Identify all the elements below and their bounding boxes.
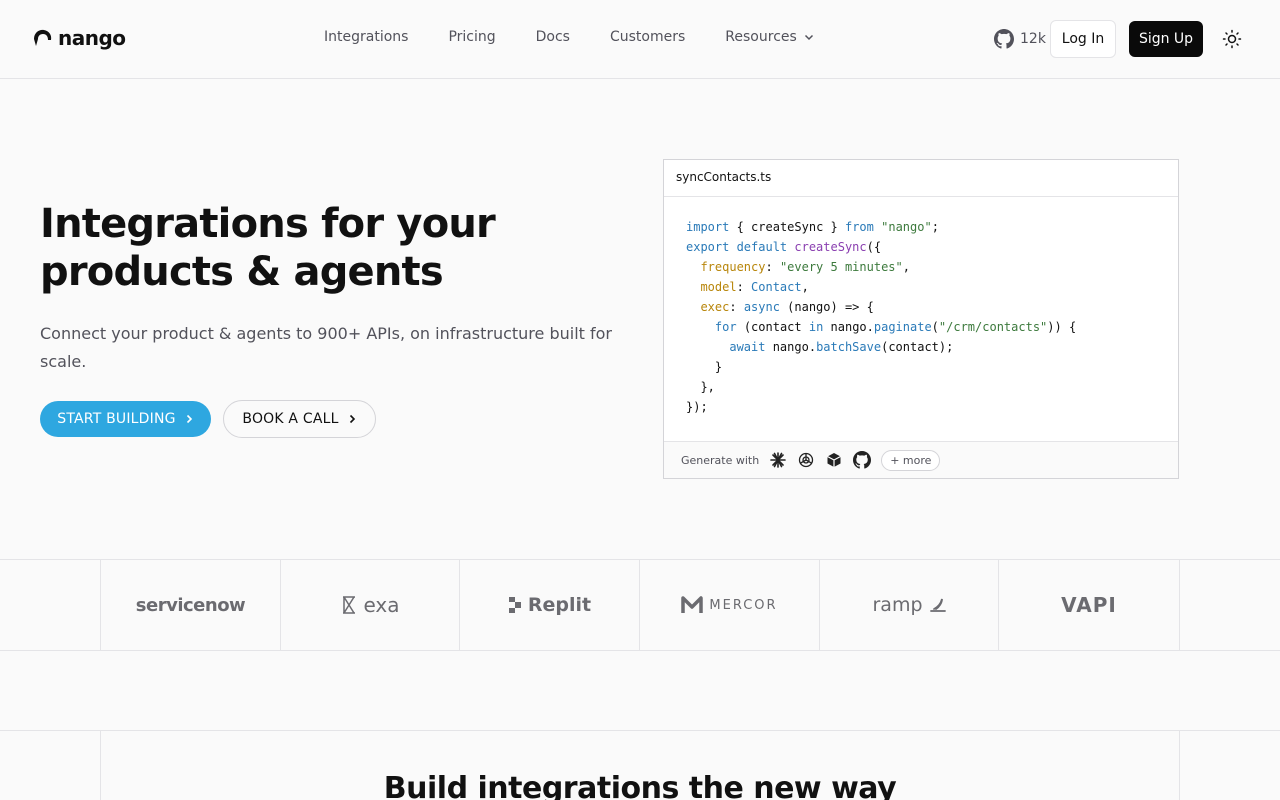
- build-section: Build integrations the new way: [0, 730, 1280, 800]
- code-token: batchSave: [816, 340, 882, 354]
- logo-vapi: VAPI: [998, 560, 1179, 650]
- logo-exa: exa: [280, 560, 460, 650]
- nango-logo[interactable]: nango: [31, 26, 126, 50]
- code-token: }: [714, 360, 723, 374]
- chevron-right-icon: [186, 414, 192, 424]
- brand-name: nango: [58, 26, 126, 50]
- nango-logo-icon: [34, 29, 52, 46]
- code-token: async: [743, 300, 780, 314]
- hero-title: Integrations for your products & agents: [40, 200, 600, 296]
- code-token: "every 5 minutes": [779, 260, 903, 274]
- code-token: in: [808, 320, 824, 334]
- code-token: nango.: [823, 320, 874, 334]
- ramp-icon: [929, 598, 946, 612]
- logo-mercor: MERCOR: [639, 560, 819, 650]
- code-token: ;: [931, 220, 939, 234]
- code-token: Contact: [751, 280, 802, 294]
- logo-exa-text: exa: [363, 593, 400, 617]
- exa-icon: [343, 596, 356, 614]
- logo-servicenow: servicenow: [100, 560, 280, 650]
- code-filename: syncContacts.ts: [664, 160, 1178, 197]
- start-building-label: START BUILDING: [57, 411, 176, 427]
- logo-replit: Replit: [459, 560, 639, 650]
- openai-icon[interactable]: [797, 451, 815, 469]
- github-icon[interactable]: [853, 451, 872, 469]
- github-stars-count: 12k: [1020, 31, 1046, 47]
- code-token: createSync: [751, 220, 824, 234]
- logo-vapi-text: VAPI: [1061, 593, 1117, 617]
- code-token: (contact);: [881, 340, 954, 354]
- code-block: import { createSync } from "nango"; expo…: [686, 220, 1077, 414]
- chevron-down-icon: [804, 34, 813, 41]
- login-button[interactable]: Log In: [1050, 20, 1116, 58]
- customer-logos-strip: servicenow exa Replit MERCOR ramp VAPI: [0, 559, 1280, 651]
- build-section-title: Build integrations the new way: [383, 771, 897, 800]
- code-token: }: [823, 220, 845, 234]
- nav-resources[interactable]: Resources: [725, 29, 815, 45]
- nav-links: Integrations Pricing Docs Customers Reso…: [324, 29, 855, 45]
- generate-with-label: Generate with: [681, 453, 760, 467]
- top-nav: nango Integrations Pricing Docs Customer…: [0, 0, 1280, 79]
- nav-pricing[interactable]: Pricing: [448, 29, 495, 45]
- nav-customers[interactable]: Customers: [610, 29, 685, 45]
- nav-docs[interactable]: Docs: [536, 29, 570, 45]
- claude-icon[interactable]: [769, 451, 787, 469]
- code-token: await: [729, 340, 766, 354]
- start-building-button[interactable]: START BUILDING: [40, 401, 211, 437]
- github-stars-link[interactable]: 12k: [994, 29, 1046, 49]
- code-token: });: [686, 400, 708, 414]
- logo-replit-text: Replit: [527, 594, 592, 616]
- code-token: (contact: [736, 320, 809, 334]
- code-token: nango.: [765, 340, 817, 354]
- code-token: },: [700, 380, 715, 394]
- hero-title-line2: products & agents: [40, 249, 444, 295]
- code-token: from: [844, 220, 874, 234]
- more-generators-button[interactable]: + more: [881, 449, 941, 471]
- book-call-button[interactable]: BOOK A CALL: [223, 400, 376, 438]
- code-token: "nango": [873, 220, 932, 234]
- code-token: {: [729, 220, 752, 234]
- hero-title-line1: Integrations for your: [40, 201, 496, 247]
- strip-divider: [1179, 560, 1180, 650]
- code-token: )) {: [1047, 320, 1077, 334]
- logo-ramp-text: ramp: [872, 594, 923, 616]
- book-call-label: BOOK A CALL: [242, 411, 339, 427]
- code-token: exec: [700, 300, 730, 314]
- code-example-card: syncContacts.ts import { createSync } fr…: [663, 159, 1179, 479]
- chevron-right-icon: [349, 414, 355, 424]
- code-token: (nango) => {: [779, 300, 874, 314]
- mercor-icon: [681, 596, 704, 613]
- cube-icon[interactable]: [825, 451, 843, 469]
- logo-servicenow-text: servicenow: [135, 594, 246, 616]
- code-token: model: [700, 280, 737, 294]
- code-token: frequency: [700, 260, 766, 274]
- hero-subtitle: Connect your product & agents to 900+ AP…: [40, 324, 612, 371]
- signup-button[interactable]: Sign Up: [1129, 21, 1203, 57]
- logo-ramp: ramp: [819, 560, 999, 650]
- code-token: import: [686, 220, 730, 234]
- generate-with-bar: Generate with + more: [664, 441, 1178, 478]
- replit-icon: [508, 597, 521, 613]
- code-token: export default: [686, 240, 788, 254]
- code-token: ({: [866, 240, 882, 254]
- code-token: paginate: [873, 320, 932, 334]
- code-token: "/crm/contacts": [938, 320, 1048, 334]
- code-token: for: [714, 320, 737, 334]
- code-token: createSync: [787, 240, 867, 254]
- sun-icon[interactable]: [1222, 29, 1242, 49]
- nav-integrations[interactable]: Integrations: [324, 29, 408, 45]
- github-icon: [994, 29, 1014, 49]
- nav-resources-label: Resources: [725, 29, 797, 45]
- logo-mercor-text: MERCOR: [709, 597, 778, 613]
